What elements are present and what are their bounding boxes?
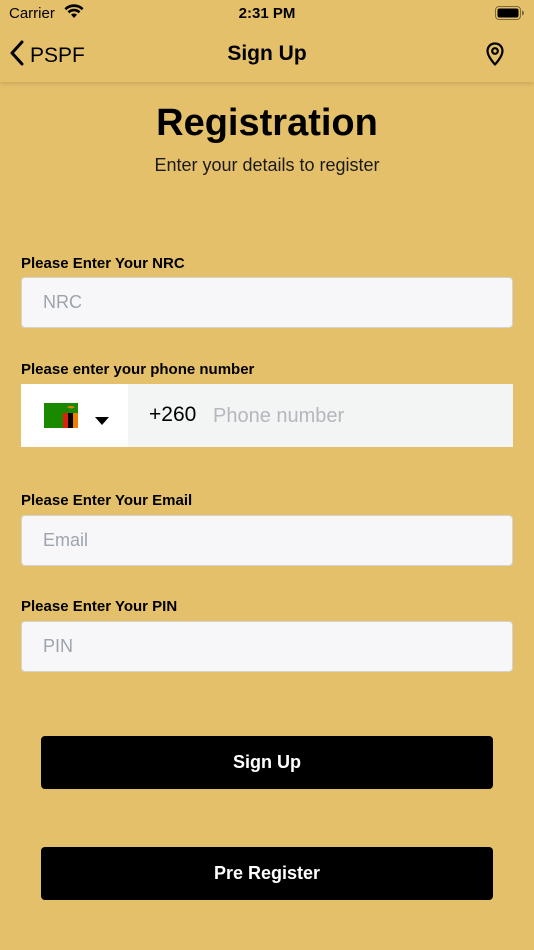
email-input[interactable]: [21, 515, 513, 566]
navigation-bar: PSPF Sign Up: [0, 28, 534, 82]
page-title: Sign Up: [227, 42, 307, 65]
registration-heading: Registration: [156, 102, 378, 144]
status-time: 2:31 PM: [238, 5, 296, 22]
pin-input[interactable]: [21, 621, 513, 672]
pin-label: Please Enter Your PIN: [21, 598, 178, 615]
phone-input[interactable]: [213, 396, 503, 436]
nrc-input[interactable]: [21, 277, 513, 328]
nrc-label: Please Enter Your NRC: [21, 255, 185, 272]
location-pin-icon[interactable]: [486, 42, 504, 71]
zambia-flag-icon: [44, 403, 78, 433]
phone-field: +260: [21, 384, 513, 447]
status-bar: Carrier 2:31 PM: [0, 0, 534, 28]
battery-icon: [495, 6, 525, 24]
pre-register-button[interactable]: Pre Register: [41, 847, 493, 900]
phone-label: Please enter your phone number: [21, 361, 255, 378]
country-code-picker[interactable]: [21, 384, 128, 447]
dial-code: +260: [149, 403, 197, 426]
registration-subtitle: Enter your details to register: [154, 155, 380, 175]
chevron-down-icon: [95, 412, 109, 430]
sign-up-button[interactable]: Sign Up: [41, 736, 493, 789]
email-label: Please Enter Your Email: [21, 492, 193, 509]
